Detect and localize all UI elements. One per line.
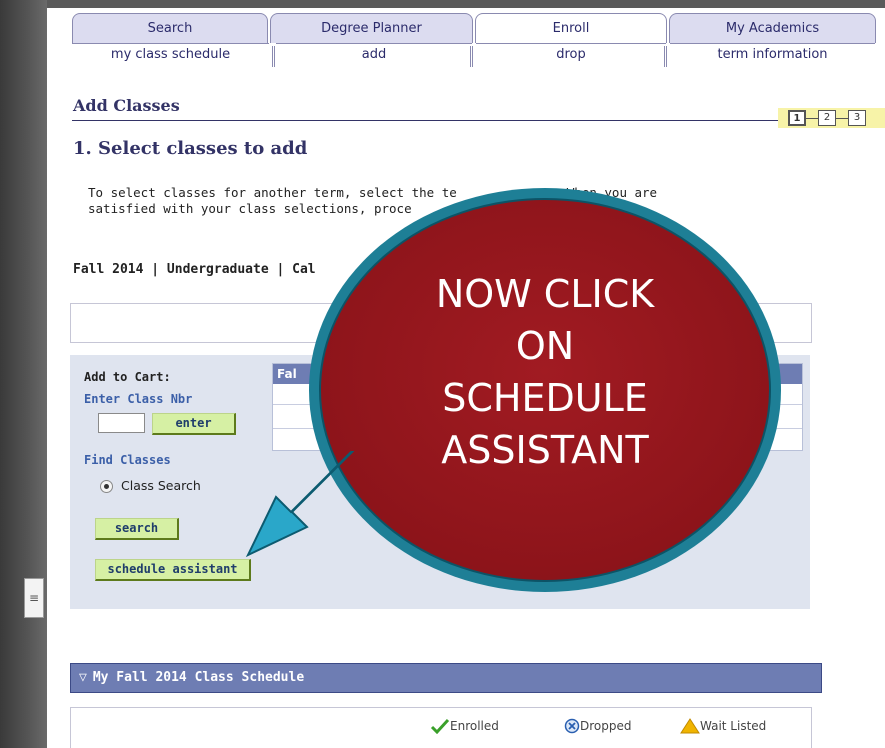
schedule-assistant-button[interactable]: schedule assistant: [95, 559, 251, 581]
tab-search[interactable]: Search: [72, 13, 268, 43]
find-classes-label: Find Classes: [84, 453, 171, 467]
class-nbr-input[interactable]: [98, 413, 145, 433]
subtab-add[interactable]: add: [276, 43, 472, 68]
add-to-cart-label: Add to Cart:: [84, 370, 171, 384]
subtab-drop[interactable]: drop: [476, 43, 666, 68]
class-search-radio[interactable]: [100, 480, 113, 493]
term-career-institution: Fall 2014 | Undergraduate | Cal: [73, 262, 316, 277]
tab-my-academics[interactable]: My Academics: [669, 13, 876, 43]
callout-line: NOW CLICK: [435, 272, 655, 316]
instructions-line-2: satisfied with your class selections, pr…: [88, 201, 412, 216]
step-1-indicator: 1: [788, 110, 806, 126]
collapse-triangle-icon[interactable]: ▽: [79, 664, 87, 692]
class-search-label: Class Search: [121, 478, 201, 493]
instructions-line-1b: When you are: [566, 185, 658, 200]
callout-text: NOW CLICK ON SCHEDULE ASSISTANT: [360, 268, 730, 476]
tab-degree-planner[interactable]: Degree Planner: [270, 13, 473, 43]
side-panel-handle[interactable]: ≡: [24, 578, 44, 618]
x-circle-icon: [564, 718, 580, 734]
callout-line: ON: [515, 324, 575, 368]
instructions-line-1: To select classes for another term, sele…: [88, 185, 457, 200]
step-connector: [836, 118, 848, 119]
subtab-divider: [272, 46, 275, 67]
search-button[interactable]: search: [95, 518, 179, 540]
step-3-indicator: 3: [848, 110, 866, 126]
class-schedule-header[interactable]: ▽ My Fall 2014 Class Schedule: [70, 663, 822, 693]
page-title: Add Classes: [73, 96, 180, 115]
callout-line: ASSISTANT: [441, 428, 649, 472]
instructions-text: To select classes for another term, sele…: [88, 185, 788, 217]
subtab-divider: [470, 46, 473, 67]
legend-dropped: Dropped: [564, 718, 632, 734]
legend-wait-listed: Wait Listed: [680, 718, 766, 734]
check-icon: [430, 718, 450, 735]
tab-enroll[interactable]: Enroll: [475, 13, 667, 43]
step-connector: [806, 118, 818, 119]
subtab-term-information[interactable]: term information: [670, 43, 875, 68]
subtab-divider: [664, 46, 667, 67]
class-schedule-title: My Fall 2014 Class Schedule: [92, 670, 305, 685]
legend-enrolled: Enrolled: [430, 718, 499, 735]
callout-line: SCHEDULE: [442, 376, 648, 420]
warning-triangle-icon: [680, 718, 700, 734]
window-left-edge: [0, 0, 47, 748]
step-2-indicator: 2: [818, 110, 836, 126]
title-divider: [72, 120, 792, 121]
enter-class-nbr-label: Enter Class Nbr: [84, 392, 193, 406]
enter-button[interactable]: enter: [152, 413, 236, 435]
subtab-my-class-schedule[interactable]: my class schedule: [72, 43, 269, 68]
step-heading: 1. Select classes to add: [73, 138, 308, 159]
